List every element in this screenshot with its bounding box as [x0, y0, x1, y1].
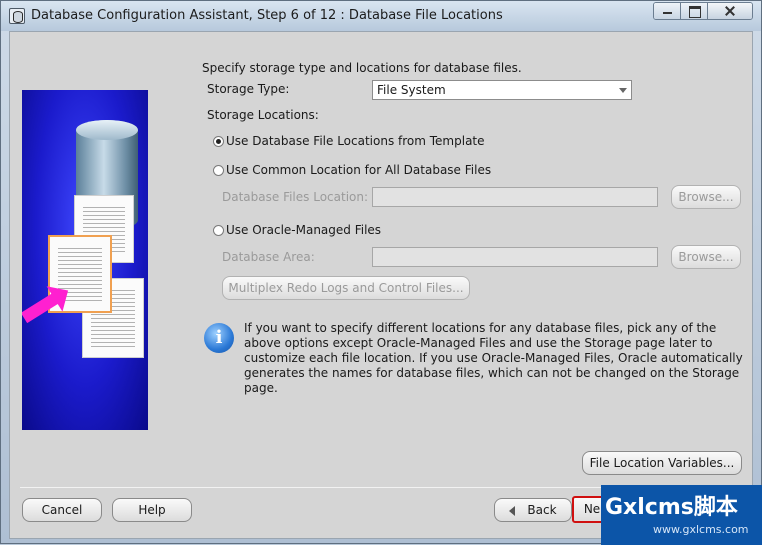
storage-type-value: File System: [377, 83, 446, 97]
option-template-locations[interactable]: Use Database File Locations from Templat…: [226, 134, 485, 148]
back-arrow-icon: [509, 505, 516, 516]
back-button[interactable]: Back: [494, 498, 572, 522]
option-common-location[interactable]: Use Common Location for All Database Fil…: [226, 163, 491, 177]
watermark-text: Gxlcms脚本: [605, 495, 738, 520]
watermark-url: www.gxlcms.com: [653, 523, 749, 536]
db-area-label: Database Area:: [222, 250, 315, 264]
window-controls: [653, 2, 753, 20]
app-icon: [9, 8, 25, 24]
browse-files-location-button[interactable]: Browse...: [671, 185, 741, 209]
storage-locations-label: Storage Locations:: [207, 108, 319, 122]
intro-text: Specify storage type and locations for d…: [202, 61, 522, 75]
browse-db-area-button[interactable]: Browse...: [671, 245, 741, 269]
info-icon: i: [204, 323, 234, 353]
database-illustration: [22, 90, 148, 430]
cancel-button[interactable]: Cancel: [22, 498, 102, 522]
maximize-icon[interactable]: [681, 3, 708, 19]
wizard-panel: Specify storage type and locations for d…: [9, 31, 753, 539]
minimize-icon[interactable]: [654, 3, 681, 19]
help-button[interactable]: Help: [112, 498, 192, 522]
option-oracle-managed[interactable]: Use Oracle-Managed Files: [226, 223, 381, 237]
radio-template-locations[interactable]: [213, 136, 224, 147]
db-area-input[interactable]: [372, 247, 658, 267]
file-location-variables-button[interactable]: File Location Variables...: [582, 451, 742, 475]
storage-type-label: Storage Type:: [207, 82, 290, 96]
back-button-label: Back: [527, 503, 557, 517]
watermark-logo: Gxlcms脚本 www.gxlcms.com: [601, 485, 762, 545]
multiplex-redo-logs-button[interactable]: Multiplex Redo Logs and Control Files...: [222, 276, 470, 300]
db-files-location-input[interactable]: [372, 187, 658, 207]
info-text: If you want to specify different locatio…: [244, 321, 743, 395]
radio-oracle-managed[interactable]: [213, 225, 224, 236]
dbca-window: Database Configuration Assistant, Step 6…: [0, 0, 762, 545]
window-title: Database Configuration Assistant, Step 6…: [31, 8, 503, 23]
storage-type-select[interactable]: File System: [372, 80, 632, 100]
db-files-location-label: Database Files Location:: [222, 190, 369, 204]
title-bar[interactable]: Database Configuration Assistant, Step 6…: [1, 1, 761, 31]
dropdown-arrow-icon[interactable]: [619, 88, 627, 93]
close-icon[interactable]: [708, 3, 752, 19]
radio-common-location[interactable]: [213, 165, 224, 176]
